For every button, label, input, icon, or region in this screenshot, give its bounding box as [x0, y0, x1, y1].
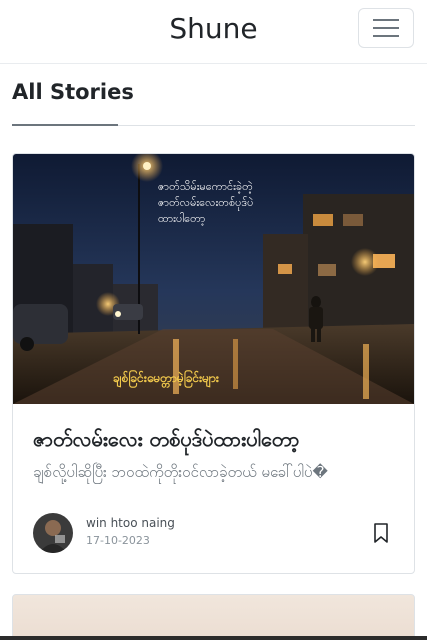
cover-caption-line-3: ထားပါတော့	[158, 212, 205, 226]
avatar[interactable]	[33, 513, 73, 553]
screen-bottom-edge	[0, 636, 427, 640]
cover-caption-line-2: ဇာတ်လမ်းလေးတစ်ပုဒ်ပဲ	[158, 196, 253, 211]
navbar: Shune	[0, 0, 427, 64]
author-name[interactable]: win htoo naing	[86, 516, 175, 530]
story-excerpt: ချစ်လို့ပါဆိုပြီး ဘဝထဲကိုတိုးဝင်လာခဲ့တယ်…	[33, 463, 328, 481]
story-cover-image[interactable]: ဇာတ်သိမ်းမကောင်းခဲ့တဲ့ ဇာတ်လမ်းလေးတစ်ပုဒ…	[13, 154, 414, 404]
hamburger-menu-icon	[373, 19, 399, 37]
title-divider-accent	[12, 124, 118, 126]
menu-toggle-button[interactable]	[358, 8, 414, 48]
story-title[interactable]: ဇာတ်လမ်းလေး တစ်ပုဒ်ပဲထားပါတော့	[33, 426, 300, 456]
author-avatar-image	[33, 513, 73, 553]
page-title: All Stories	[12, 80, 134, 104]
story-card-partial[interactable]	[12, 594, 415, 640]
bookmark-icon[interactable]	[373, 523, 389, 543]
publish-date: 17-10-2023	[86, 534, 150, 547]
story-card[interactable]: ဇာတ်သိမ်းမကောင်းခဲ့တဲ့ ဇာတ်လမ်းလေးတစ်ပုဒ…	[12, 153, 415, 574]
cover-caption-line-1: ဇာတ်သိမ်းမကောင်းခဲ့တဲ့	[158, 180, 253, 194]
